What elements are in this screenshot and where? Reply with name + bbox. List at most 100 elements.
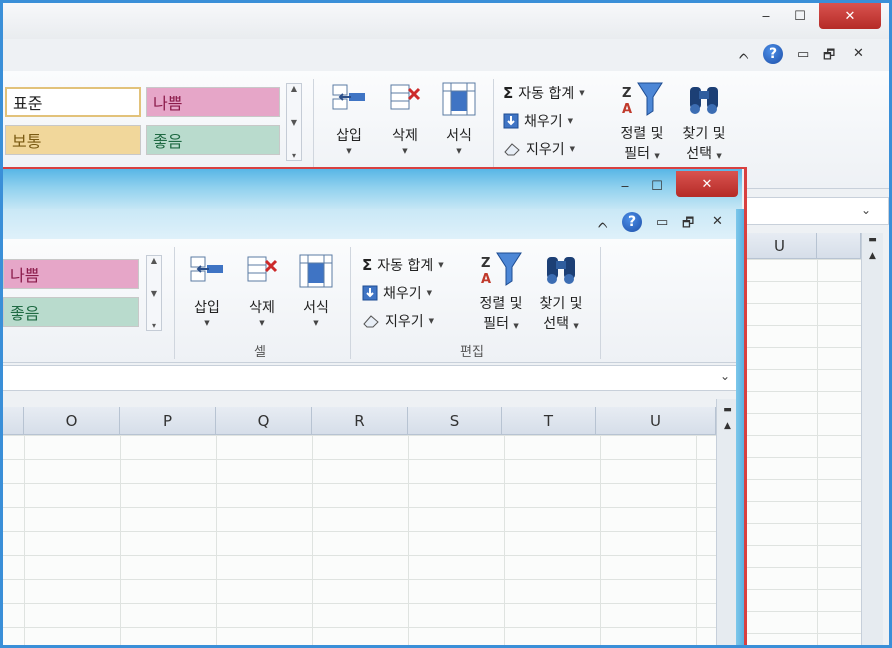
- funnel-icon: Z A: [622, 82, 663, 117]
- front-vertical-scrollbar[interactable]: ▬ ▲: [716, 399, 738, 645]
- back-close-button[interactable]: ✕: [819, 3, 881, 29]
- back-fill-label: 채우기: [524, 114, 563, 130]
- front-doc-minimize-icon[interactable]: ▭: [656, 215, 668, 230]
- front-column-s-header[interactable]: S: [408, 407, 502, 434]
- back-column-extra: [817, 233, 861, 258]
- front-delete-label: 삭제: [249, 300, 275, 316]
- front-insert-label: 삽입: [194, 300, 220, 316]
- front-formula-bar[interactable]: [3, 365, 742, 391]
- back-column-u-header[interactable]: U: [743, 233, 817, 258]
- back-find-select-button[interactable]: 찾기 및 선택 ▼: [673, 79, 735, 163]
- delete-cells-icon: [247, 256, 278, 282]
- front-style-bad[interactable]: 나쁨: [3, 259, 139, 289]
- chevron-down-icon: ▼: [456, 147, 462, 155]
- front-ribbon: 나쁨 좋음 ▲ ▼ ▾ 삽입 ▼ 삭제 ▼ 서식 ▼ 셀 Σ 자동 합계 ▼ 채…: [3, 239, 742, 363]
- back-doc-restore-icon[interactable]: 🗗: [823, 46, 835, 68]
- back-format-label: 서식: [446, 128, 472, 144]
- front-autosum-button[interactable]: Σ 자동 합계 ▼: [362, 255, 444, 275]
- back-sort-filter-button[interactable]: Z A 정렬 및 필터 ▼: [611, 79, 673, 163]
- back-doc-minimize-icon[interactable]: ▭: [797, 47, 809, 62]
- front-delete-button[interactable]: 삭제 ▼: [238, 253, 286, 327]
- front-ribbon-collapse-icon[interactable]: ᨈ: [598, 217, 609, 232]
- front-styles-scroll[interactable]: ▲ ▼ ▾: [146, 255, 162, 331]
- front-autosum-label: 자동 합계: [377, 258, 434, 274]
- svg-text:A: A: [481, 272, 491, 287]
- back-insert-button[interactable]: 삽입 ▼: [325, 81, 373, 155]
- front-column-q-header[interactable]: Q: [216, 407, 312, 434]
- back-styles-scroll[interactable]: ▲ ▼ ▾: [286, 83, 302, 161]
- back-vertical-scrollbar[interactable]: ▬ ▲: [861, 233, 883, 645]
- back-ribbon-collapse-icon[interactable]: ᨈ: [739, 48, 750, 63]
- back-scroll-split-icon[interactable]: ▬: [862, 235, 883, 245]
- format-cells-icon: [299, 254, 333, 288]
- front-sort-filter-button[interactable]: Z A 정렬 및 필터 ▼: [470, 249, 532, 333]
- front-worksheet-grid[interactable]: [3, 435, 716, 645]
- chevron-down-icon: ▼: [204, 319, 210, 327]
- front-clear-button[interactable]: 지우기 ▼: [362, 311, 434, 331]
- chevron-down-icon: ▼: [426, 289, 433, 297]
- front-doc-restore-icon[interactable]: 🗗: [682, 214, 694, 236]
- back-style-bad[interactable]: 나쁨: [146, 87, 280, 117]
- front-formula-expand-icon[interactable]: ⌄: [720, 369, 730, 383]
- back-worksheet-grid[interactable]: [743, 259, 861, 645]
- front-column-partial: [3, 407, 24, 434]
- back-find-select-label-2: 선택 ▼: [686, 146, 722, 162]
- svg-text:A: A: [622, 102, 632, 117]
- front-find-select-button[interactable]: 찾기 및 선택 ▼: [530, 249, 592, 333]
- back-clear-label: 지우기: [526, 142, 565, 158]
- sigma-icon: Σ: [503, 84, 514, 102]
- back-clear-button[interactable]: 지우기 ▼: [503, 139, 575, 159]
- back-maximize-button[interactable]: ☐: [785, 3, 815, 29]
- back-formula-expand-icon[interactable]: ⌄: [861, 203, 871, 217]
- back-format-button[interactable]: 서식 ▼: [435, 81, 483, 155]
- back-scroll-up-icon[interactable]: ▲: [862, 251, 883, 261]
- front-separator: [174, 247, 175, 359]
- front-insert-button[interactable]: 삽입 ▼: [183, 253, 231, 327]
- front-style-good[interactable]: 좋음: [3, 297, 139, 327]
- front-column-t-header[interactable]: T: [502, 407, 596, 434]
- front-column-p-header[interactable]: P: [120, 407, 216, 434]
- back-style-good[interactable]: 좋음: [146, 125, 280, 155]
- chevron-down-icon: ▼: [569, 145, 576, 153]
- front-format-button[interactable]: 서식 ▼: [292, 253, 340, 327]
- back-column-header: U: [743, 233, 861, 259]
- front-minimize-button[interactable]: ‒: [612, 173, 638, 199]
- back-style-neutral[interactable]: 보통: [5, 125, 141, 155]
- back-separator: [313, 79, 314, 179]
- front-maximize-button[interactable]: ☐: [644, 173, 670, 199]
- eraser-icon: [504, 143, 520, 156]
- back-fill-button[interactable]: 채우기 ▼: [503, 111, 573, 131]
- front-doc-close-icon[interactable]: ✕: [712, 214, 723, 229]
- back-sort-filter-label-2: 필터 ▼: [624, 146, 660, 162]
- front-separator: [600, 247, 601, 359]
- chevron-down-icon: ▼: [438, 261, 444, 269]
- front-fill-button[interactable]: 채우기 ▼: [362, 283, 432, 303]
- front-column-r-header[interactable]: R: [312, 407, 408, 434]
- back-delete-label: 삭제: [392, 128, 418, 144]
- fill-down-icon: [503, 113, 519, 129]
- front-column-o-header[interactable]: O: [24, 407, 120, 434]
- back-style-normal[interactable]: 표준: [5, 87, 141, 117]
- svg-text:Z: Z: [481, 256, 490, 271]
- front-scroll-up-icon[interactable]: ▲: [717, 421, 738, 431]
- front-column-header: O P Q R S T U: [3, 407, 716, 435]
- svg-text:Z: Z: [622, 86, 631, 101]
- screen-photo: ‒ ☐ ✕ ᨈ ? ▭ 🗗 ✕ 표준 나쁨 보통 좋음 ▲ ▼ ▾ 삽입 ▼ 삭…: [3, 3, 889, 645]
- front-help-icon[interactable]: ?: [622, 212, 642, 232]
- front-close-button[interactable]: ✕: [676, 171, 738, 197]
- front-title-bar: ‒ ☐ ✕: [3, 169, 742, 209]
- chevron-down-icon: ▼: [402, 147, 408, 155]
- back-autosum-label: 자동 합계: [518, 86, 575, 102]
- back-find-select-label-1: 찾기 및: [682, 126, 726, 142]
- format-cells-icon: [442, 82, 476, 116]
- chevron-down-icon: ▼: [428, 317, 435, 325]
- back-autosum-button[interactable]: Σ 자동 합계 ▼: [503, 83, 585, 103]
- front-find-select-label-1: 찾기 및: [539, 296, 583, 312]
- back-doc-close-icon[interactable]: ✕: [853, 46, 864, 61]
- back-delete-button[interactable]: 삭제 ▼: [381, 81, 429, 155]
- front-column-u-header[interactable]: U: [596, 407, 716, 434]
- front-scroll-split-icon[interactable]: ▬: [717, 405, 738, 415]
- front-sort-filter-label-2: 필터 ▼: [483, 316, 519, 332]
- back-help-icon[interactable]: ?: [763, 44, 783, 64]
- back-minimize-button[interactable]: ‒: [751, 3, 781, 29]
